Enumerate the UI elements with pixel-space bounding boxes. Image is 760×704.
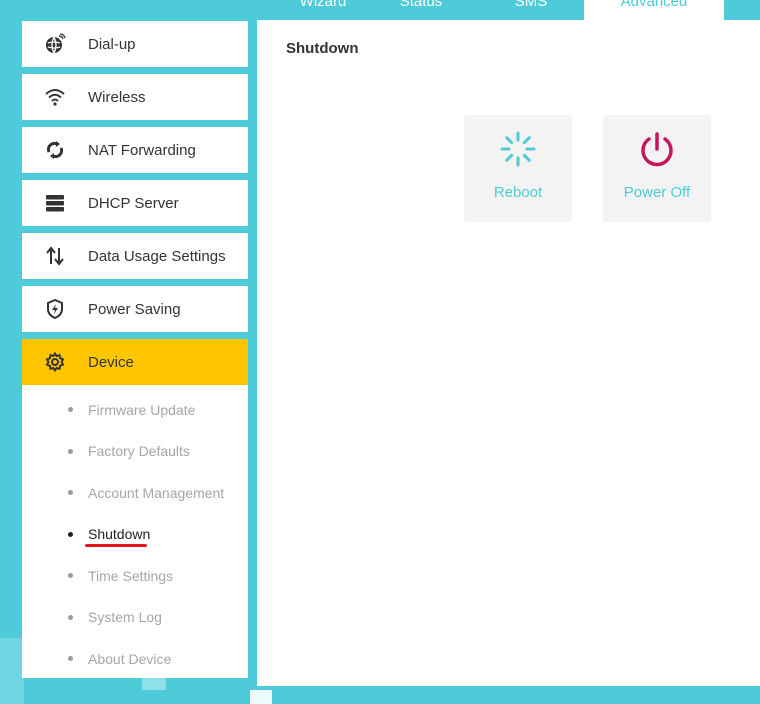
submenu-item-label: Firmware Update — [88, 401, 196, 418]
device-submenu: Firmware Update Factory Defaults Account… — [22, 385, 248, 678]
power-icon — [603, 131, 711, 169]
bullet — [68, 573, 73, 579]
reboot-label: Reboot — [493, 184, 543, 201]
shield-bolt-icon — [22, 299, 88, 319]
sidebar-item-nat-forwarding[interactable]: NAT Forwarding — [22, 127, 248, 173]
sidebar-item-wireless[interactable]: Wireless — [22, 74, 248, 120]
globe-icon — [22, 33, 88, 55]
submenu-item-label: Factory Defaults — [88, 443, 190, 460]
sidebar-item-dhcp-server[interactable]: DHCP Server — [22, 180, 248, 226]
tab-status[interactable]: Status — [366, 0, 476, 20]
bullet — [68, 656, 73, 662]
sidebar-item-label: NAT Forwarding — [88, 141, 196, 159]
active-underline — [85, 543, 147, 547]
bullet — [68, 407, 73, 413]
submenu-item-about-device[interactable]: About Device — [22, 638, 248, 680]
tab-advanced[interactable]: Advanced — [584, 0, 724, 20]
submenu-item-label: Time Settings — [88, 567, 174, 584]
reboot-button[interactable]: Reboot — [464, 115, 572, 222]
bullet — [68, 448, 73, 454]
gear-icon — [22, 352, 88, 372]
sidebar-item-label: Data Usage Settings — [88, 247, 226, 265]
submenu-item-shutdown[interactable]: Shutdown — [22, 514, 248, 556]
sidebar-item-device[interactable]: Device — [22, 339, 248, 385]
power-off-label: Power Off — [623, 184, 691, 201]
nat-forwarding-icon — [22, 140, 88, 160]
submenu-item-factory-defaults[interactable]: Factory Defaults — [22, 431, 248, 473]
sidebar-item-power-saving[interactable]: Power Saving — [22, 286, 248, 332]
submenu-item-system-log[interactable]: System Log — [22, 597, 248, 639]
bullet — [68, 614, 73, 620]
submenu-item-firmware-update[interactable]: Firmware Update — [22, 389, 248, 431]
submenu-item-label: Account Management — [88, 484, 225, 501]
sidebar-item-label: Wireless — [88, 88, 146, 106]
reboot-spinner-icon — [464, 131, 572, 167]
page-title: Shutdown — [286, 40, 359, 57]
submenu-item-account-management[interactable]: Account Management — [22, 472, 248, 514]
tab-wizard[interactable]: Wizard — [268, 0, 378, 20]
top-navigation: Wizard Status SMS Advanced — [256, 0, 760, 20]
submenu-item-label: About Device — [88, 650, 172, 667]
sidebar: Dial-up Wireless NAT Forwarding DHCP Ser… — [22, 21, 248, 678]
tab-sms[interactable]: SMS — [476, 0, 586, 20]
power-off-button[interactable]: Power Off — [603, 115, 711, 222]
main-panel: Shutdown Reboot Power Off — [257, 20, 760, 686]
bullet — [68, 490, 73, 496]
background-block — [250, 690, 272, 704]
background-block — [0, 638, 24, 704]
sidebar-item-label: Device — [88, 353, 134, 371]
server-icon — [22, 194, 88, 212]
up-down-arrows-icon — [22, 246, 88, 266]
submenu-item-time-settings[interactable]: Time Settings — [22, 555, 248, 597]
submenu-item-label: Shutdown — [88, 526, 151, 543]
sidebar-item-label: DHCP Server — [88, 194, 179, 212]
sidebar-item-label: Power Saving — [88, 300, 181, 318]
wifi-icon — [22, 88, 88, 106]
bullet — [68, 531, 73, 537]
sidebar-item-data-usage-settings[interactable]: Data Usage Settings — [22, 233, 248, 279]
submenu-item-label: System Log — [88, 609, 162, 626]
sidebar-item-dial-up[interactable]: Dial-up — [22, 21, 248, 67]
sidebar-item-label: Dial-up — [88, 35, 136, 53]
